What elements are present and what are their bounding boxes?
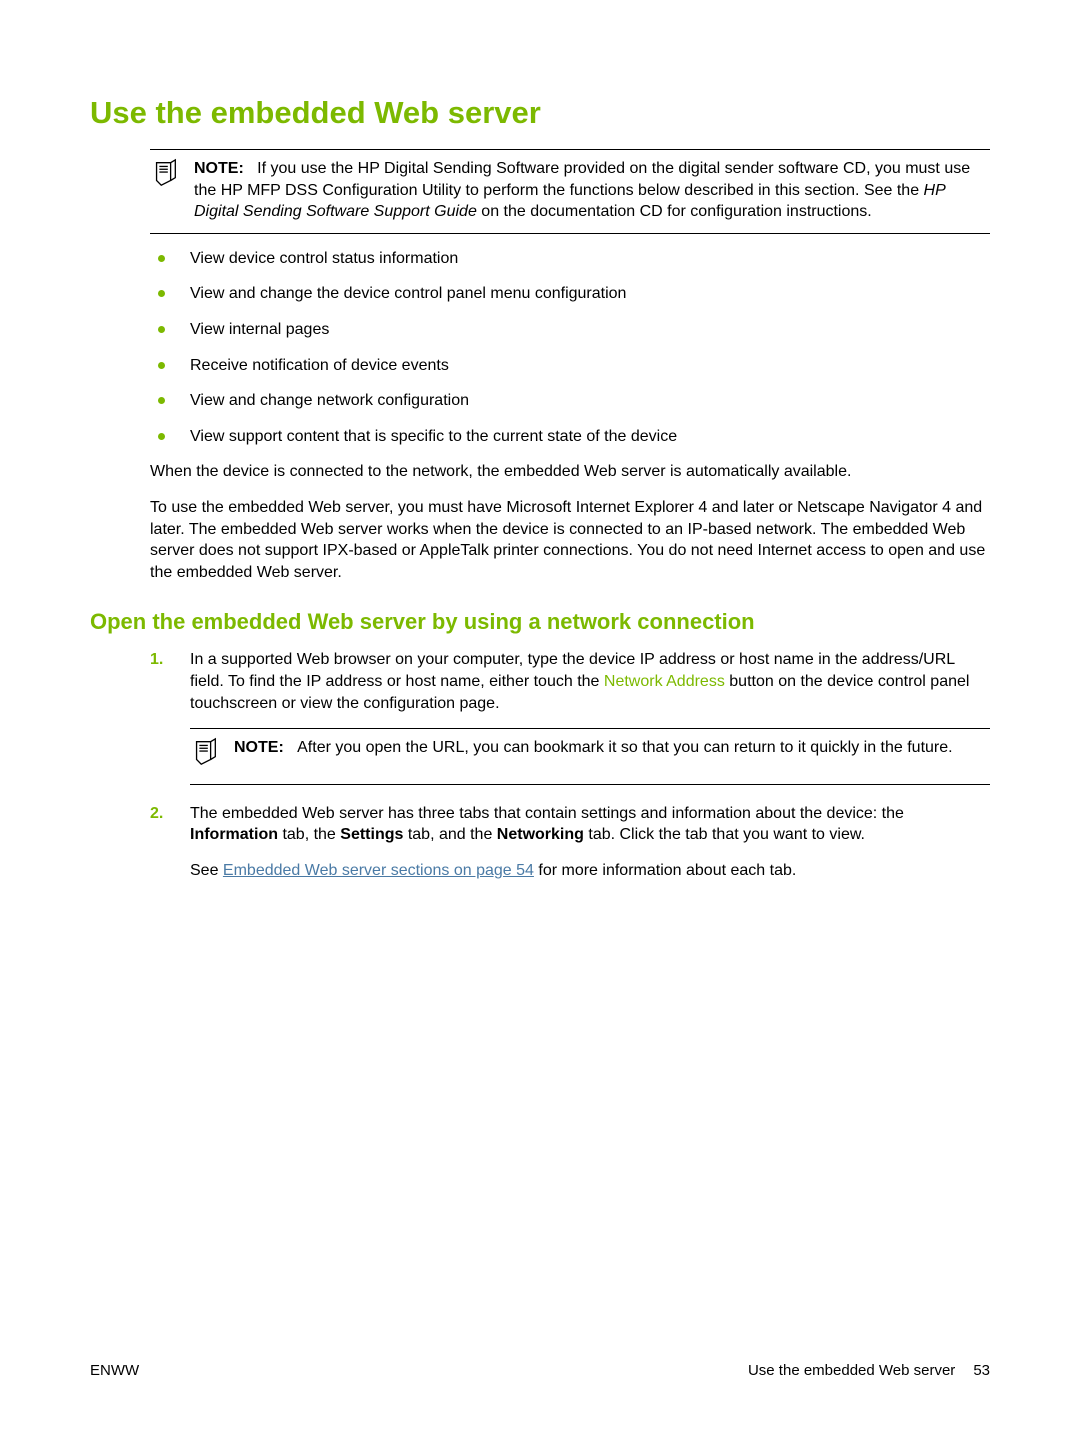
tab-name-networking: Networking	[497, 826, 584, 843]
note-callout-inner: NOTE: After you open the URL, you can bo…	[190, 728, 990, 785]
footer-section-title: Use the embedded Web server	[748, 1362, 955, 1379]
footer-page-number: 53	[973, 1362, 990, 1379]
paragraph: When the device is connected to the netw…	[150, 461, 990, 483]
note-text: NOTE: After you open the URL, you can bo…	[234, 737, 953, 759]
tab-name-information: Information	[190, 826, 278, 843]
section-subtitle: Open the embedded Web server by using a …	[90, 609, 990, 635]
step-tail-post: for more information about each tab.	[534, 862, 796, 879]
note-body-post: on the documentation CD for configuratio…	[477, 203, 872, 220]
list-item: Receive notification of device events	[150, 355, 990, 377]
note-label: NOTE:	[234, 739, 284, 756]
note-label: NOTE:	[194, 160, 244, 177]
step-item: 2. The embedded Web server has three tab…	[150, 803, 990, 882]
list-item: View support content that is specific to…	[150, 426, 990, 448]
ui-reference-network-address: Network Address	[604, 673, 725, 690]
note-body: After you open the URL, you can bookmark…	[297, 739, 952, 756]
paragraph: To use the embedded Web server, you must…	[150, 497, 990, 583]
step-number: 2.	[150, 803, 163, 825]
step-tail-pre: See	[190, 862, 223, 879]
note-icon	[150, 158, 180, 193]
list-item: View internal pages	[150, 319, 990, 341]
note-callout-main: NOTE: If you use the HP Digital Sending …	[150, 149, 990, 234]
step-item: 1. In a supported Web browser on your co…	[150, 649, 990, 784]
page-footer: ENWW Use the embedded Web server 53	[90, 1362, 990, 1379]
note-text: NOTE: If you use the HP Digital Sending …	[194, 158, 990, 223]
link-embedded-web-server-sections[interactable]: Embedded Web server sections on page 54	[223, 862, 534, 879]
step-text-mid1: tab, the	[278, 826, 340, 843]
tab-name-settings: Settings	[340, 826, 403, 843]
feature-list: View device control status information V…	[150, 248, 990, 448]
list-item: View and change the device control panel…	[150, 283, 990, 305]
step-text-post: tab. Click the tab that you want to view…	[584, 826, 865, 843]
step-text-pre: The embedded Web server has three tabs t…	[190, 805, 904, 822]
list-item: View device control status information	[150, 248, 990, 270]
list-item: View and change network configuration	[150, 390, 990, 412]
step-text-mid2: tab, and the	[403, 826, 496, 843]
step-number: 1.	[150, 649, 163, 671]
steps-list: 1. In a supported Web browser on your co…	[150, 649, 990, 881]
page-title: Use the embedded Web server	[90, 95, 990, 131]
note-icon	[190, 737, 220, 774]
footer-left: ENWW	[90, 1362, 139, 1379]
document-page: Use the embedded Web server NOTE: If you…	[0, 0, 1080, 1437]
note-body-pre: If you use the HP Digital Sending Softwa…	[194, 160, 970, 199]
